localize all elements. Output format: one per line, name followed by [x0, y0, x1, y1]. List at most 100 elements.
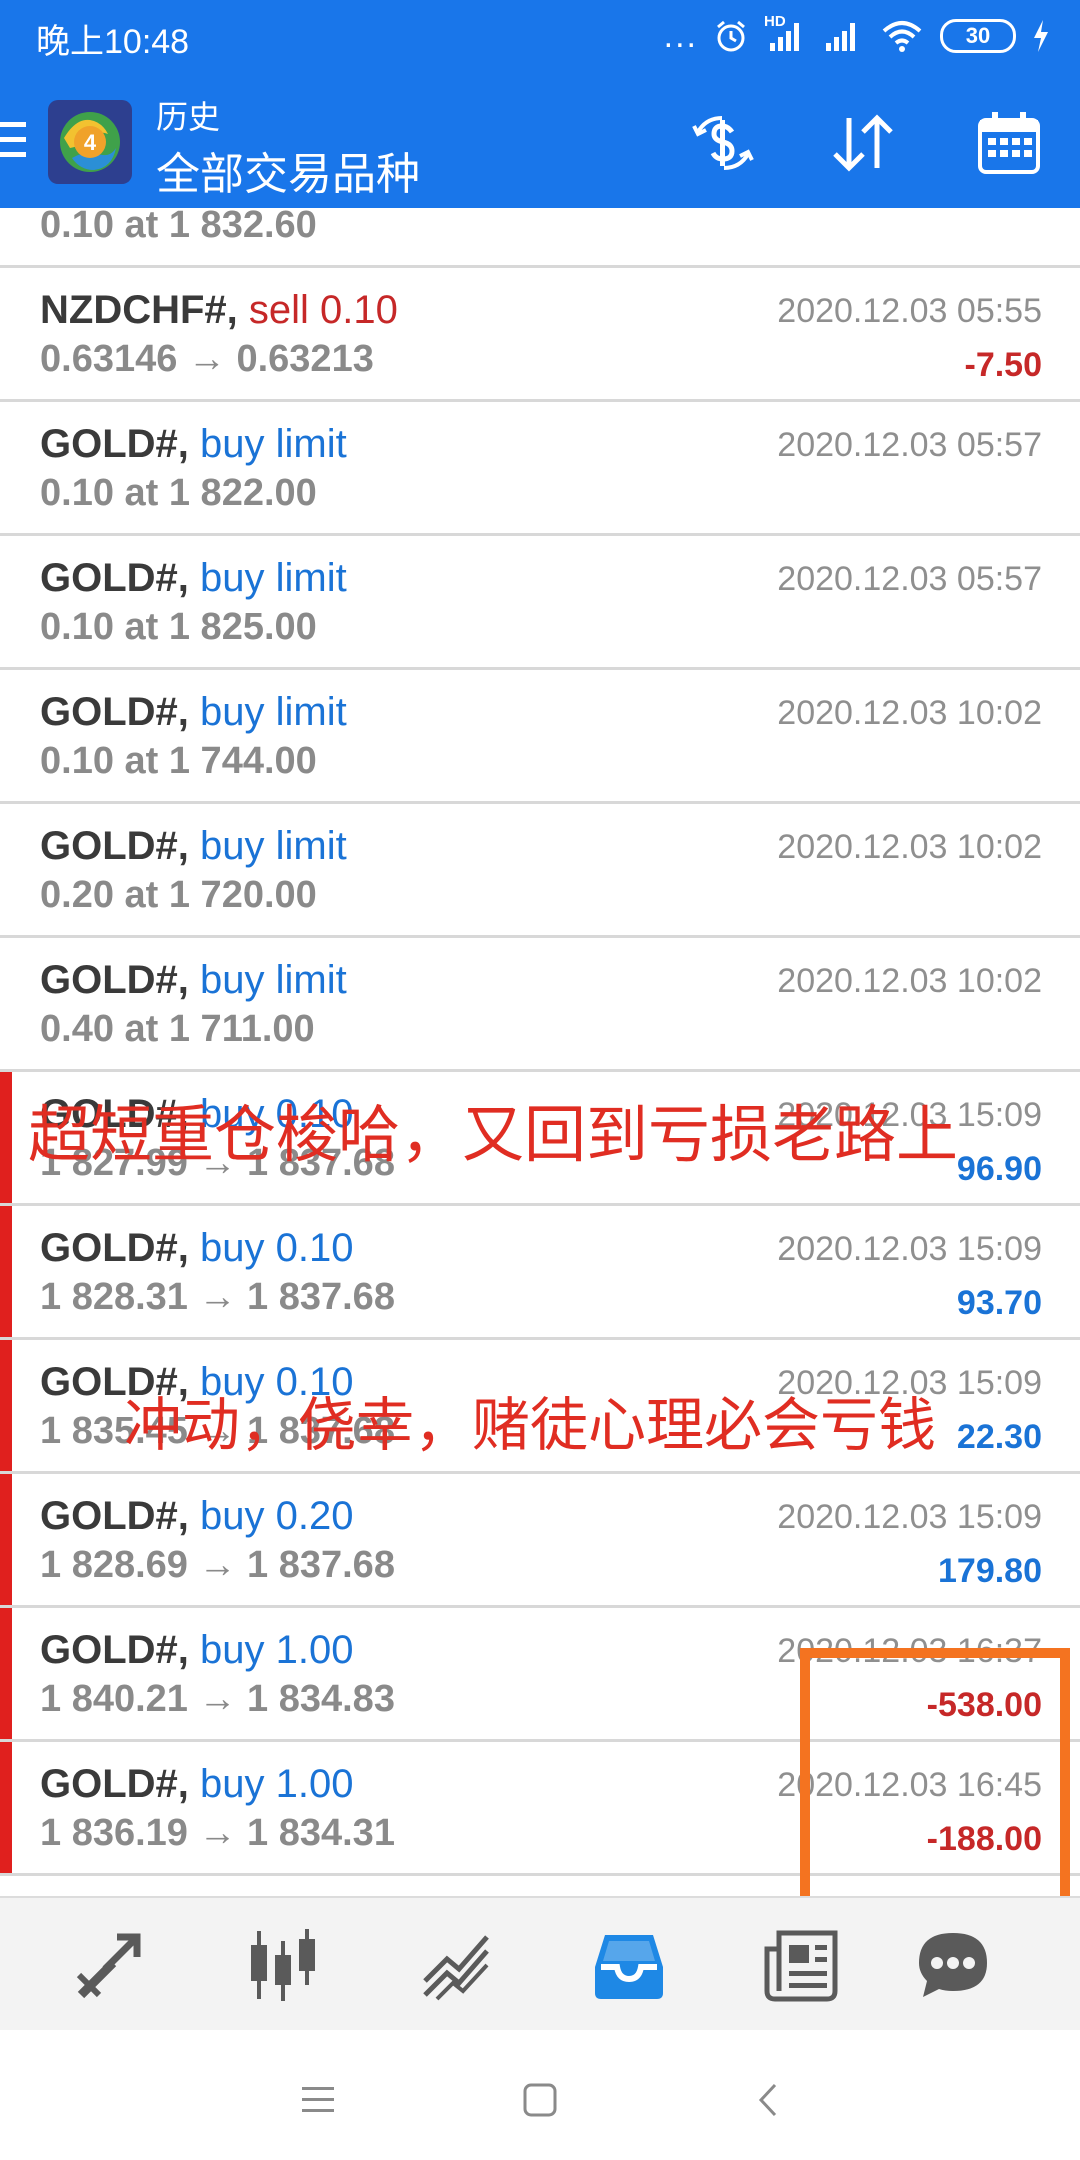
trade-row[interactable]: 0.10 at 1 832.60	[0, 208, 1080, 268]
trade-row[interactable]: GOLD#, buy 1.00 1 840.21 → 1 834.83 2020…	[0, 1608, 1080, 1742]
chat-icon	[919, 1933, 987, 1997]
trade-type: buy limit	[200, 958, 347, 1002]
trade-symbol-line: GOLD#, buy 0.10	[40, 1360, 354, 1405]
trade-profit: -538.00	[926, 1686, 1042, 1724]
trade-row[interactable]: GOLD#, buy limit 0.10 at 1 825.00 2020.1…	[0, 536, 1080, 670]
currency-button[interactable]	[678, 108, 768, 178]
trade-profit: 93.70	[956, 1284, 1042, 1322]
trade-time: 2020.12.03 05:57	[777, 560, 1042, 598]
trade-row[interactable]: GOLD#, buy limit 0.10 at 1 822.00 2020.1…	[0, 402, 1080, 536]
app-bar: 4 历史 全部交易品种	[0, 74, 1080, 208]
trade-type: buy limit	[200, 556, 347, 600]
nav-quotes-chart[interactable]	[238, 1920, 328, 2010]
trade-time: 2020.12.03 10:02	[777, 828, 1042, 866]
sort-icon	[833, 114, 893, 172]
trade-type: buy limit	[200, 422, 347, 466]
trade-details: 1 828.69 → 1 837.68	[40, 1544, 395, 1586]
trade-symbol: GOLD#,	[40, 1092, 189, 1136]
trade-profit: -188.00	[926, 1820, 1042, 1858]
trade-details: 0.20 at 1 720.00	[40, 874, 317, 916]
trade-details: 1 836.19 → 1 834.31	[40, 1812, 395, 1854]
trade-row[interactable]: GOLD#, buy limit 0.10 at 1 744.00 2020.1…	[0, 670, 1080, 804]
trade-time: 2020.12.03 15:09	[777, 1230, 1042, 1268]
trade-type: buy 0.10	[200, 1360, 354, 1404]
trade-row[interactable]: GOLD#, buy 0.20 1 828.69 → 1 837.68 2020…	[0, 1474, 1080, 1608]
trade-symbol-line: GOLD#, buy 0.10	[40, 1226, 354, 1271]
trade-profit: 179.80	[938, 1552, 1042, 1590]
trade-symbol: GOLD#,	[40, 1494, 189, 1538]
alarm-icon	[717, 20, 745, 52]
nav-chat[interactable]	[908, 1920, 998, 2010]
sort-button[interactable]	[818, 108, 908, 178]
trade-time: 2020.12.03 16:45	[777, 1766, 1042, 1804]
trade-details: 0.40 at 1 711.00	[40, 1008, 315, 1050]
trade-profit: -7.50	[964, 346, 1043, 384]
calendar-button[interactable]	[964, 108, 1054, 178]
news-icon	[764, 1930, 838, 2002]
trade-symbol: GOLD#,	[40, 422, 189, 466]
back-chevron-icon	[758, 2083, 777, 2117]
status-time: 晚上10:48	[36, 23, 190, 61]
trade-details: 1 835.45 → 1 837.68	[40, 1410, 395, 1452]
trade-row[interactable]: GOLD#, buy limit 0.40 at 1 711.00 2020.1…	[0, 938, 1080, 1072]
trade-row[interactable]: GOLD#, buy 1.00 1 836.19 → 1 834.31 2020…	[0, 1742, 1080, 1876]
trade-row[interactable]: GOLD#, buy 0.10 1 835.45 → 1 837.68 2020…	[0, 1340, 1080, 1474]
trade-time: 2020.12.03 15:09	[777, 1498, 1042, 1536]
trade-symbol: GOLD#,	[40, 1762, 189, 1806]
trade-time: 2020.12.03 10:02	[777, 694, 1042, 732]
nav-trade[interactable]	[64, 1920, 154, 2010]
trade-symbol-line: GOLD#, buy 0.20	[40, 1494, 354, 1539]
currency-icon	[692, 116, 754, 170]
page-title: 历史	[156, 99, 221, 135]
symbol-filter[interactable]: 全部交易品种	[156, 138, 420, 202]
trade-profit: 96.90	[956, 1150, 1042, 1188]
trade-profit: 22.30	[956, 1418, 1042, 1456]
recents-button[interactable]	[288, 2070, 348, 2130]
system-nav-bar	[0, 2030, 1080, 2160]
trade-row[interactable]: GOLD#, buy limit 0.20 at 1 720.00 2020.1…	[0, 804, 1080, 938]
signal-icon	[826, 23, 855, 51]
trade-symbol-line: NZDCHF#, sell 0.10	[40, 288, 398, 333]
recents-icon	[302, 2087, 334, 2112]
trade-row[interactable]: NZDCHF#, sell 0.10 0.63146 → 0.63213 202…	[0, 268, 1080, 402]
trade-symbol: GOLD#,	[40, 1360, 189, 1404]
trade-symbol: GOLD#,	[40, 556, 189, 600]
analytics-icon	[423, 1935, 489, 2001]
back-button[interactable]	[738, 2070, 798, 2130]
history-inbox-icon	[595, 1935, 663, 1999]
trade-type: buy 1.00	[200, 1762, 354, 1806]
trade-symbol: GOLD#,	[40, 1628, 189, 1672]
wifi-icon	[882, 21, 922, 52]
trade-details: 0.63146 → 0.63213	[40, 338, 374, 380]
trade-symbol: GOLD#,	[40, 1226, 189, 1270]
trade-symbol: NZDCHF#,	[40, 288, 238, 332]
nav-history[interactable]	[584, 1920, 674, 2010]
trade-symbol-line: GOLD#, buy limit	[40, 824, 347, 869]
trade-symbol-line: GOLD#, buy 1.00	[40, 1762, 354, 1807]
trade-symbol-line: GOLD#, buy 1.00	[40, 1628, 354, 1673]
battery-indicator: 30	[940, 19, 1016, 53]
trade-row[interactable]: GOLD#, buy 0.10 1 828.31 → 1 837.68 2020…	[0, 1206, 1080, 1340]
trade-symbol-line: GOLD#, buy limit	[40, 958, 347, 1003]
trade-symbol-line: GOLD#, buy limit	[40, 690, 347, 735]
nav-analytics[interactable]	[412, 1920, 502, 2010]
history-list[interactable]: 0.10 at 1 832.60 NZDCHF#, sell 0.10 0.63…	[0, 208, 1080, 1896]
trade-type: buy 1.00	[200, 1628, 354, 1672]
trade-row[interactable]: GOLD#, buy 0.10 1 827.99 → 1 837.68 2020…	[0, 1072, 1080, 1206]
bottom-nav	[0, 1896, 1080, 2030]
calendar-icon	[978, 112, 1040, 174]
trade-time: 2020.12.03 05:55	[777, 292, 1042, 330]
nav-news[interactable]	[756, 1920, 846, 2010]
trade-details: 0.10 at 1 825.00	[40, 606, 317, 648]
home-square-icon	[523, 2083, 557, 2117]
home-button[interactable]	[510, 2070, 570, 2130]
trade-symbol: GOLD#,	[40, 824, 189, 868]
charging-icon	[1034, 20, 1048, 52]
app-logo: 4	[46, 98, 134, 191]
trade-details: 0.10 at 1 822.00	[40, 472, 317, 514]
menu-icon[interactable]	[0, 122, 28, 165]
trade-type: buy 0.20	[200, 1494, 354, 1538]
trade-time: 2020.12.03 05:57	[777, 426, 1042, 464]
trade-symbol: GOLD#,	[40, 690, 189, 734]
trade-details: 1 827.99 → 1 837.68	[40, 1142, 395, 1184]
